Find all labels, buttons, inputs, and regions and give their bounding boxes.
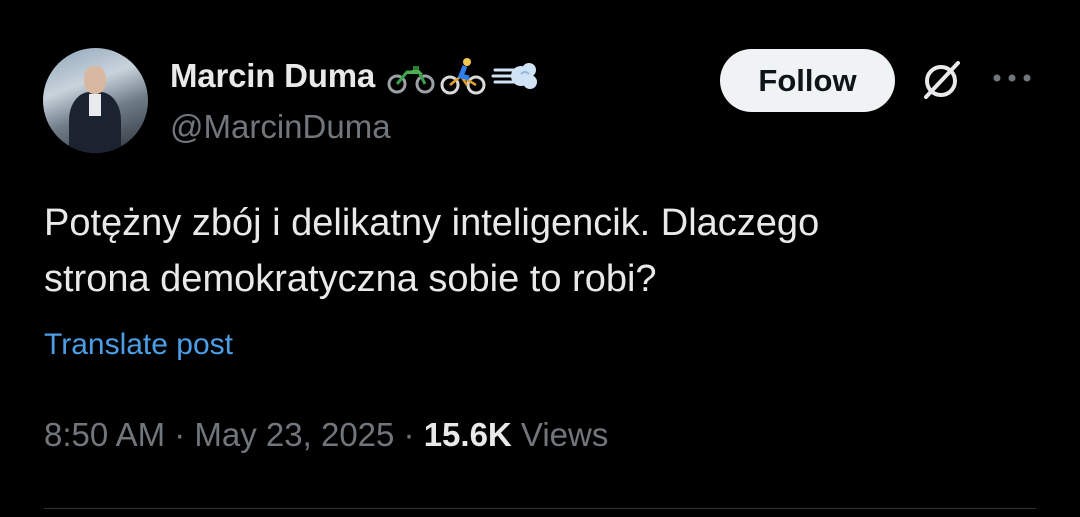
dash-emoji-icon — [491, 63, 538, 89]
meta-separator: · — [165, 416, 195, 453]
tweet-text-line: Potężny zbój i delikatny inteligencik. D… — [44, 202, 820, 244]
grok-icon[interactable] — [918, 57, 964, 103]
translate-post-link[interactable]: Translate post — [44, 328, 233, 362]
views-count[interactable]: 15.6K — [424, 416, 512, 453]
tweet-time[interactable]: 8:50 AM — [44, 416, 165, 453]
divider — [44, 508, 1036, 509]
motorcycle-emoji-icon — [387, 66, 435, 94]
author-name-row: Marcin Duma — [170, 56, 539, 96]
name-emojis — [387, 56, 539, 96]
follow-button[interactable]: Follow — [720, 49, 895, 112]
tweet-meta: 8:50 AM · May 23, 2025 · 15.6K Views — [44, 416, 608, 454]
author-display-name[interactable]: Marcin Duma — [170, 57, 375, 95]
avatar-shirt — [89, 94, 101, 116]
avatar-head — [84, 66, 106, 94]
tweet-date[interactable]: May 23, 2025 — [194, 416, 394, 453]
more-icon[interactable] — [990, 68, 1034, 88]
cyclist-emoji-icon — [440, 58, 486, 95]
meta-separator: · — [394, 416, 424, 453]
views-label: Views — [511, 416, 609, 453]
tweet-text-line: strona demokratyczna sobie to robi? — [44, 258, 657, 300]
author-handle[interactable]: @MarcinDuma — [170, 108, 391, 146]
avatar[interactable] — [43, 48, 148, 153]
tweet-text: Potężny zbój i delikatny inteligencik. D… — [44, 195, 1044, 307]
